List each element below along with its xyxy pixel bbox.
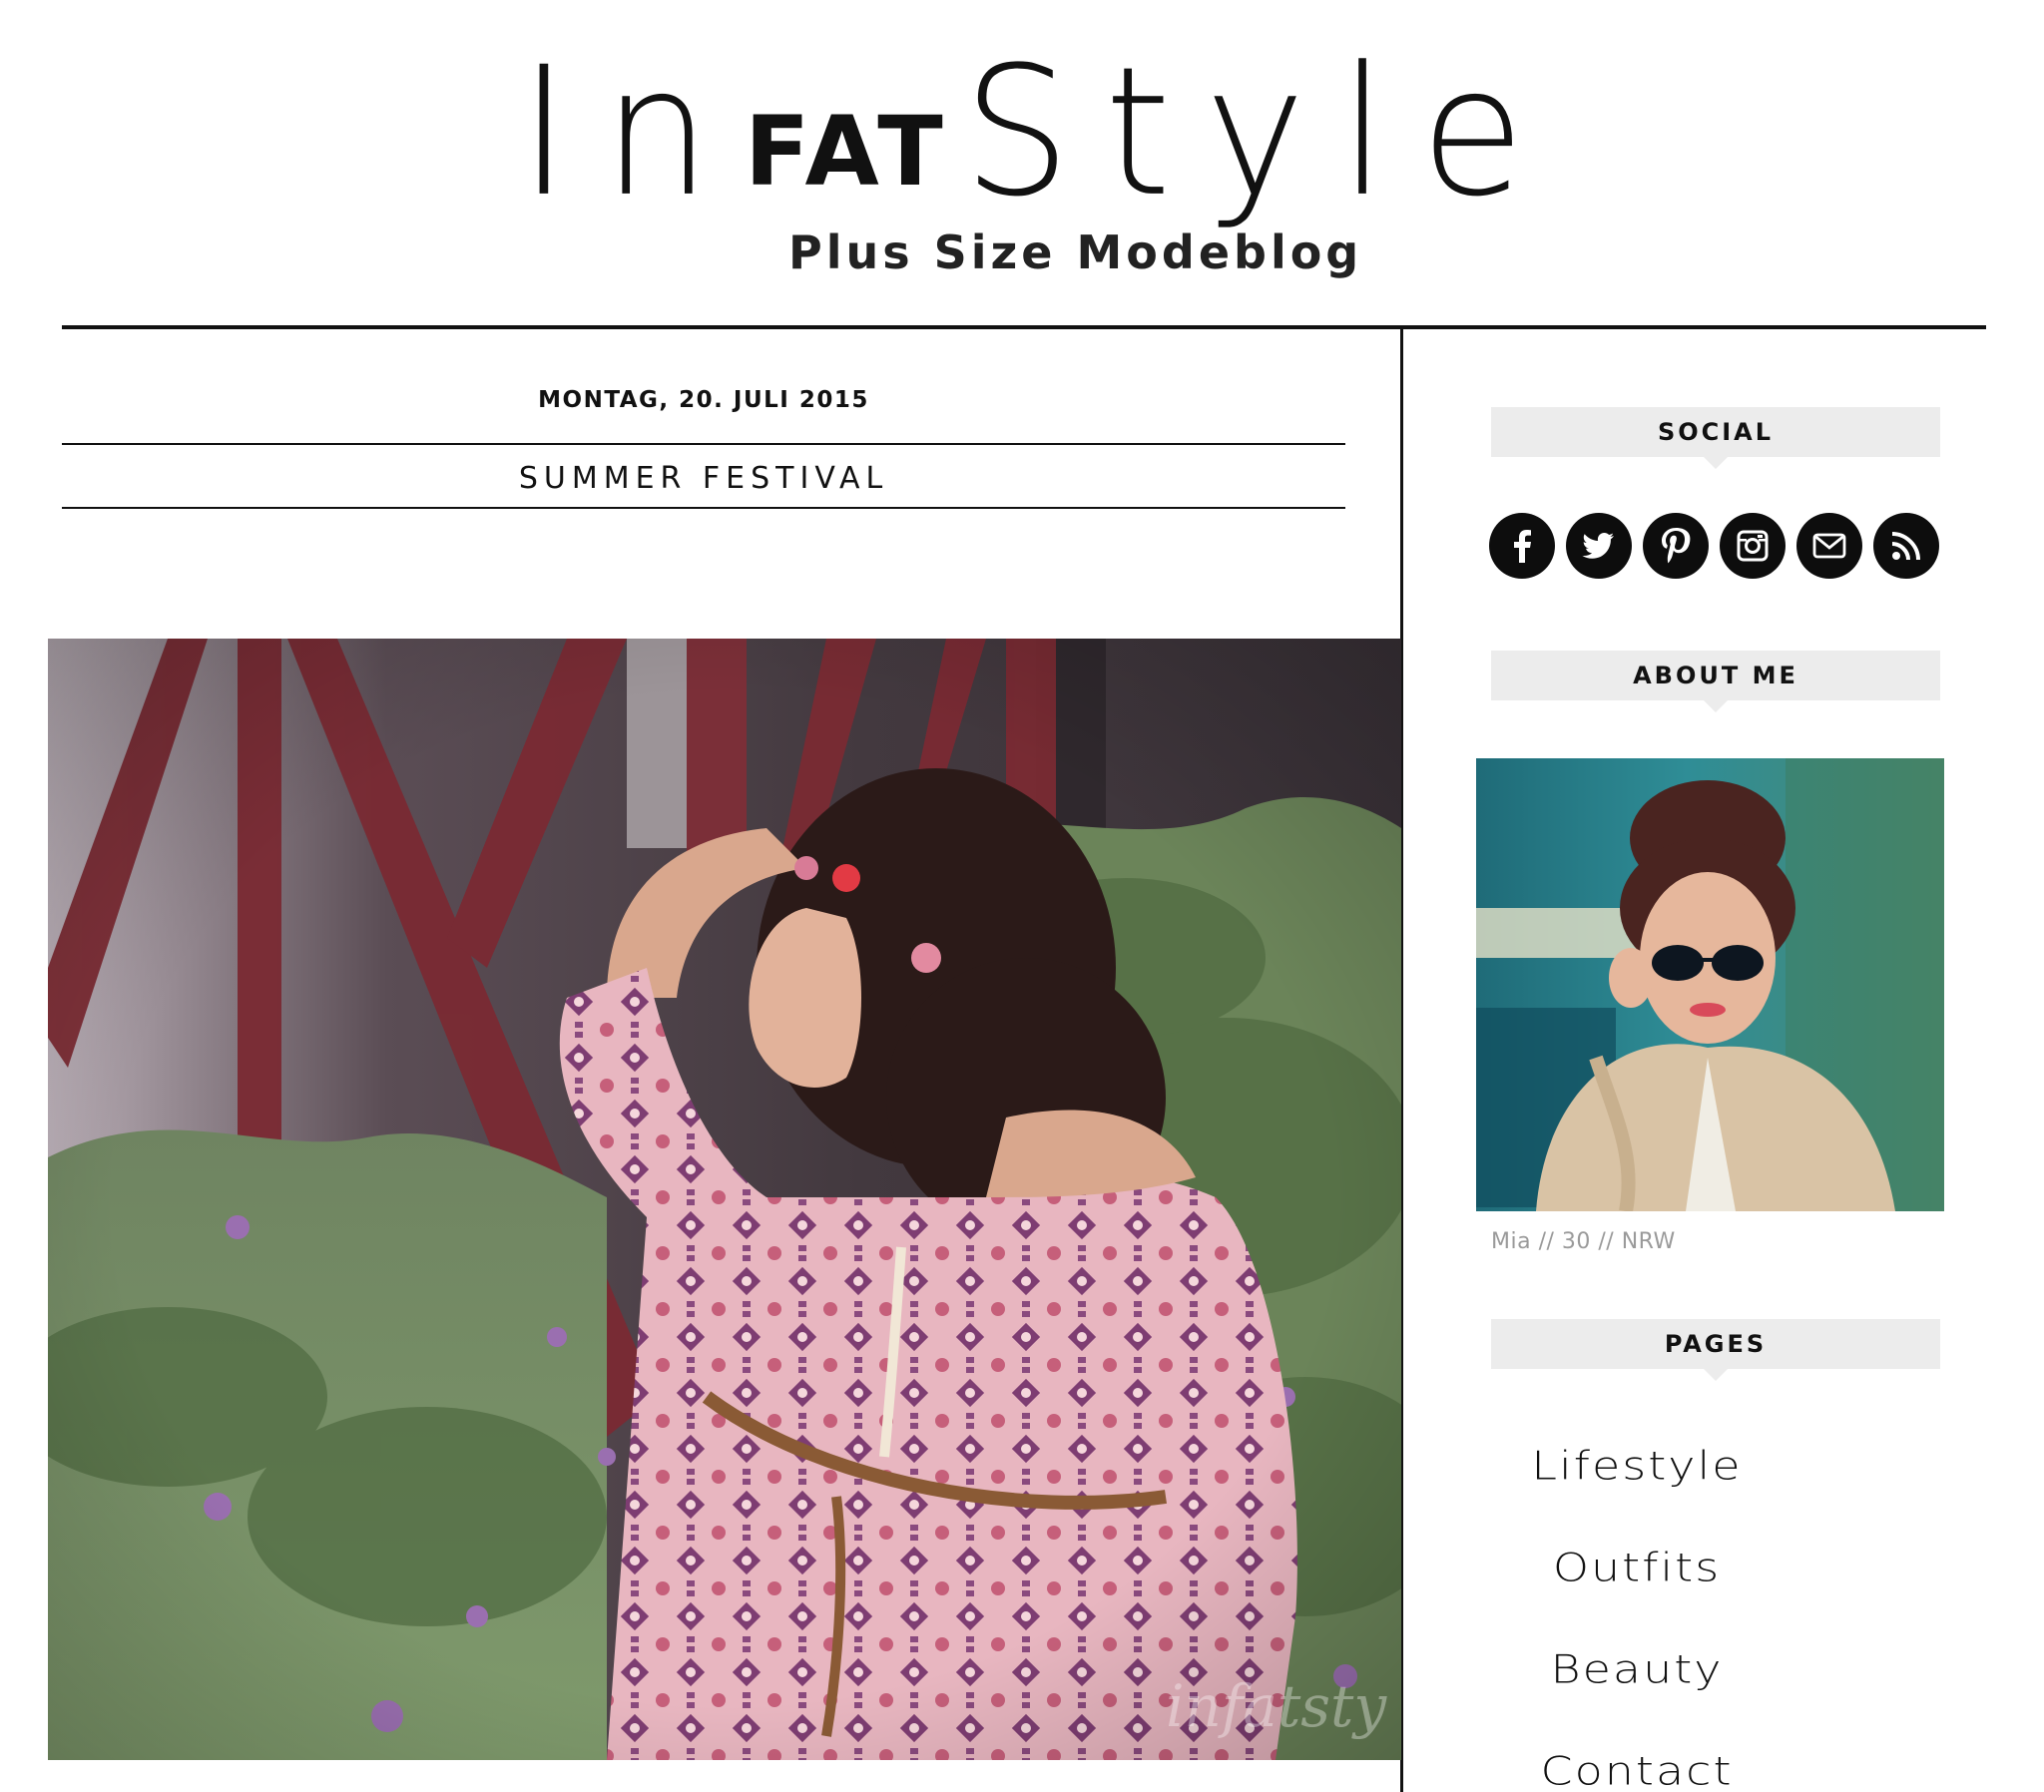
social-heading: SOCIAL bbox=[1491, 407, 1940, 469]
about-photo[interactable] bbox=[1476, 758, 1944, 1211]
logo-style: Style bbox=[962, 29, 1559, 236]
mail-icon[interactable] bbox=[1796, 513, 1862, 579]
page-link-beauty[interactable]: Beauty bbox=[1497, 1646, 1777, 1692]
post-image[interactable]: infatsty bbox=[48, 639, 1401, 1760]
page-link-outfits[interactable]: Outfits bbox=[1497, 1545, 1777, 1590]
pinterest-icon[interactable] bbox=[1643, 513, 1709, 579]
site-logo[interactable]: InFATStyle Plus Size Modeblog bbox=[519, 44, 1567, 287]
post-photo: infatsty bbox=[48, 639, 1401, 1760]
profile-photo bbox=[1476, 758, 1944, 1211]
header-divider bbox=[62, 325, 1986, 329]
page-link-contact[interactable]: Contact bbox=[1497, 1748, 1777, 1792]
about-heading: ABOUT ME bbox=[1491, 651, 1940, 712]
post-date: MONTAG, 20. JULI 2015 bbox=[538, 387, 869, 413]
post-title[interactable]: SUMMER FESTIVAL bbox=[62, 461, 1345, 496]
post-title-rule-top bbox=[62, 443, 1345, 445]
post-title-rule-bottom bbox=[62, 507, 1345, 509]
social-icons bbox=[1489, 513, 1948, 583]
page: InFATStyle Plus Size Modeblog MONTAG, 20… bbox=[0, 0, 2044, 1792]
photo-watermark: infatsty bbox=[1166, 1672, 1387, 1740]
facebook-icon[interactable] bbox=[1489, 513, 1555, 579]
logo-fat: FAT bbox=[744, 96, 949, 208]
instagram-icon[interactable] bbox=[1720, 513, 1786, 579]
rss-icon[interactable] bbox=[1873, 513, 1939, 579]
pages-heading: PAGES bbox=[1491, 1319, 1940, 1381]
logo-wordmark: InFATStyle bbox=[519, 44, 1559, 223]
about-caption: Mia // 30 // NRW bbox=[1491, 1229, 1676, 1254]
page-link-lifestyle[interactable]: Lifestyle bbox=[1497, 1443, 1777, 1489]
logo-in: In bbox=[519, 29, 745, 236]
logo-tagline: Plus Size Modeblog bbox=[788, 225, 1363, 279]
twitter-icon[interactable] bbox=[1566, 513, 1632, 579]
